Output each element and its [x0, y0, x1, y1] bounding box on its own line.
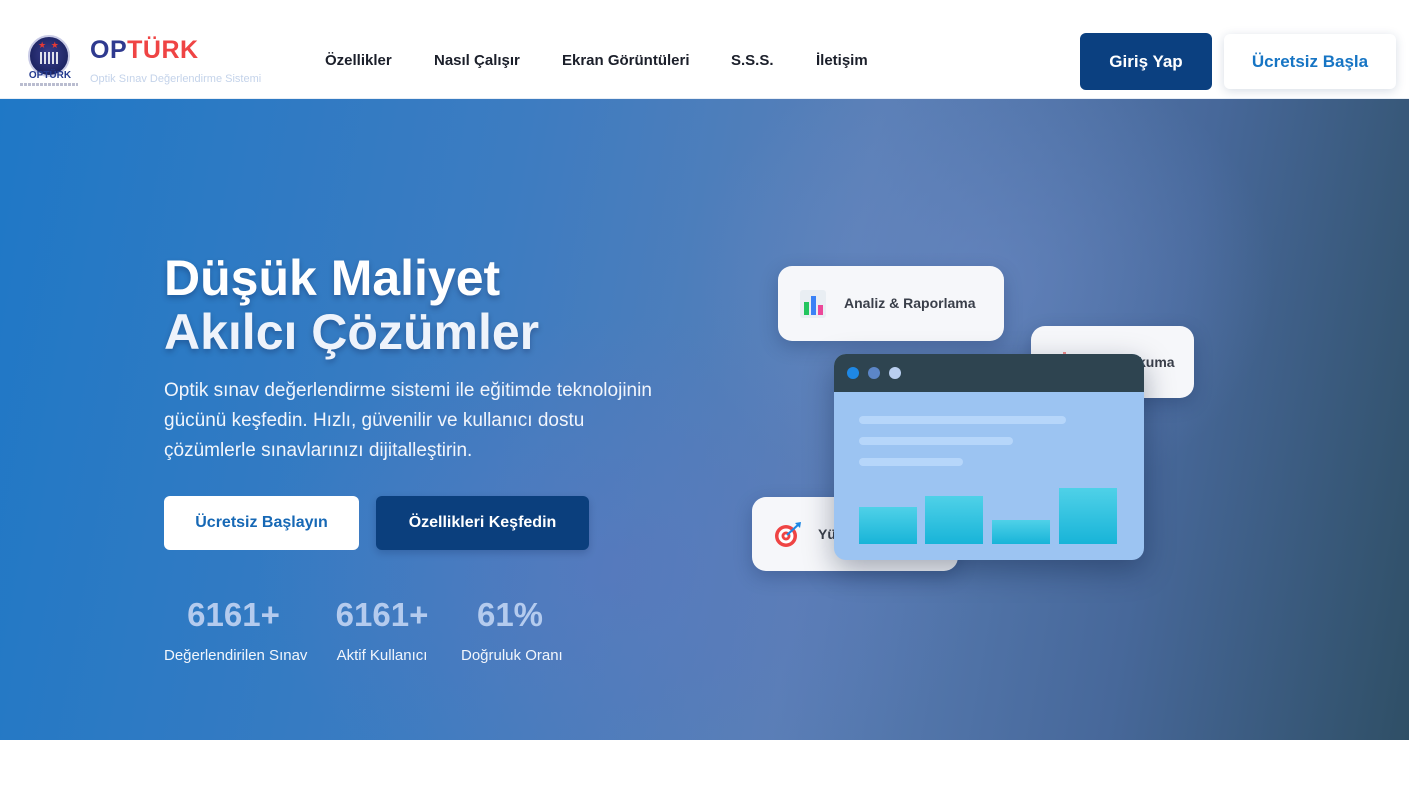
stat-value-exams: 6161+	[187, 596, 280, 633]
window-dot-icon	[889, 367, 901, 379]
mockup-bar	[992, 520, 1050, 544]
brand-name[interactable]: OPTÜRK	[90, 36, 199, 65]
mockup-titlebar	[834, 354, 1144, 392]
mockup-text-line	[859, 458, 963, 466]
free-start-button[interactable]: Ücretsiz Başla	[1224, 34, 1396, 89]
stat-label-users: Aktif Kullanıcı	[336, 647, 428, 664]
mockup-bar	[925, 496, 983, 544]
login-button[interactable]: Giriş Yap	[1080, 33, 1212, 90]
feature-card-analysis: Analiz & Raporlama	[778, 266, 1004, 341]
target-icon	[775, 522, 801, 547]
cta-explore-features-button[interactable]: Özellikleri Keşfedin	[376, 496, 589, 550]
nav-link-features[interactable]: Özellikler	[325, 52, 392, 69]
bar-chart-icon	[800, 290, 826, 318]
nav-link-screenshots[interactable]: Ekran Görüntüleri	[562, 52, 690, 69]
logo-emblem-icon[interactable]: ★ ★ OPTÜRK	[20, 32, 78, 90]
nav-link-faq[interactable]: S.S.S.	[731, 52, 774, 69]
site-header: ★ ★ OPTÜRK OPTÜRK Optik Sınav Değerlendi…	[0, 0, 1409, 99]
stat-value-users: 6161+	[335, 596, 429, 633]
hero-section: Düşük Maliyet Akılcı Çözümler Optik sına…	[0, 99, 1409, 740]
hero-description: Optik sınav değerlendirme sistemi ile eğ…	[164, 380, 652, 461]
nav-link-contact[interactable]: İletişim	[816, 52, 868, 69]
hero-title-line1: Düşük Maliyet	[164, 250, 501, 306]
stat-value-accuracy: 61%	[476, 596, 544, 633]
mockup-text-line	[859, 416, 1066, 424]
stat-label-exams: Değerlendirilen Sınav	[164, 647, 308, 664]
window-dot-icon	[847, 367, 859, 379]
cta-free-start-button[interactable]: Ücretsiz Başlayın	[164, 496, 359, 550]
nav-link-how-it-works[interactable]: Nasıl Çalışır	[434, 52, 520, 69]
feature-card-analysis-label: Analiz & Raporlama	[844, 295, 976, 311]
window-dot-icon	[868, 367, 880, 379]
mockup-bar	[859, 507, 917, 544]
stat-label-accuracy: Doğruluk Oranı	[461, 647, 563, 664]
mockup-bar	[1059, 488, 1117, 544]
brand-subtitle: Optik Sınav Değerlendirme Sistemi	[90, 73, 262, 85]
dashboard-mockup	[834, 354, 1144, 560]
logo-mini-text: OPTÜRK	[28, 70, 72, 81]
mockup-text-line	[859, 437, 1013, 445]
hero-title-line2: Akılcı Çözümler	[164, 304, 540, 360]
